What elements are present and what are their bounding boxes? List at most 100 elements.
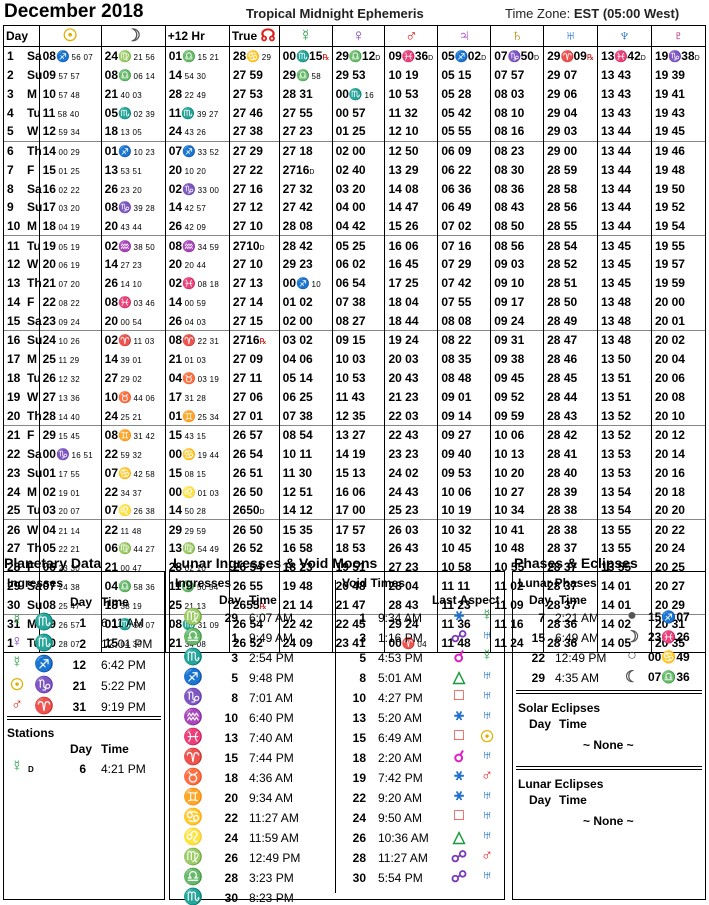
cell-value: 05: [441, 124, 455, 139]
cell-value: 10: [441, 503, 455, 518]
cell-value: 02: [335, 143, 349, 158]
cell-value: 10: [401, 124, 419, 139]
column-header-label: True: [231, 28, 261, 43]
ephemeris-row: 25 Tu 03 20 07 07♌ 26 38 14 50 28 2650D 14 12 1…: [3, 501, 707, 520]
arc-seconds: 36: [67, 393, 81, 403]
ephemeris-row: 6 Th 14 00 29 01♐ 10 23 07♐ 33 52 27 29 27 18 0…: [3, 140, 707, 161]
arc-seconds: 42: [182, 204, 195, 214]
day-cell: 11 Tu: [3, 235, 41, 255]
position-cell: 14 47: [384, 198, 439, 217]
position-cell: 08 50: [490, 216, 545, 236]
void-day: 18: [352, 751, 366, 765]
cell-value: 10: [104, 389, 118, 404]
cell-value: 00: [42, 446, 56, 461]
cell-value: 16: [282, 541, 297, 556]
aries-icon: ♈: [34, 698, 54, 715]
day-name: Th: [27, 408, 42, 423]
cell-value: 13: [601, 295, 615, 310]
cell-value: 52: [507, 389, 525, 404]
cell-value: 13: [601, 541, 615, 556]
cell-value: 18: [388, 295, 402, 310]
cell-value: 26: [232, 465, 247, 480]
cell-value: 06: [335, 276, 349, 291]
cell-value: 24: [668, 541, 685, 556]
cell-value: 02: [296, 295, 313, 310]
cell-value: 03: [42, 503, 56, 518]
position-cell: 13 45: [597, 235, 652, 255]
cell-value: 23: [388, 446, 402, 461]
cell-value: 22: [668, 522, 685, 537]
day-name: Th: [27, 276, 42, 291]
cell-value: 09: [494, 370, 508, 385]
position-cell: 00 57: [331, 103, 386, 123]
cell-value: 38: [560, 522, 578, 537]
pisces-icon: ♓: [661, 630, 677, 644]
cell-value: 35: [454, 351, 472, 366]
cell-value: 04: [335, 200, 349, 215]
cell-value: 04: [560, 105, 578, 120]
cell-value: 10: [494, 541, 508, 556]
cell-value: 07: [441, 219, 455, 234]
cell-value: 08: [441, 351, 455, 366]
cell-value: 50: [246, 503, 260, 518]
position-cell: 07 55: [437, 292, 492, 312]
arc-seconds: 38: [131, 242, 144, 252]
position-cell: 24 25 21: [100, 406, 166, 426]
cell-value: 15: [246, 313, 263, 328]
cell-value: 39: [668, 67, 685, 82]
position-cell: 22 43: [384, 424, 439, 445]
cell-value: 17: [335, 522, 349, 537]
cell-value: 26: [388, 541, 402, 556]
cell-value: 28: [547, 313, 561, 328]
cell-value: 13: [348, 465, 366, 480]
cell-value: 42: [454, 105, 472, 120]
arc-seconds: 19: [67, 242, 81, 252]
cell-value: 13: [601, 257, 615, 272]
cell-value: 02: [168, 276, 183, 291]
cell-value: 28: [547, 276, 561, 291]
cell-value: 53: [246, 86, 263, 101]
cell-value: 16: [388, 238, 402, 253]
arc-seconds: 57: [55, 90, 68, 100]
ephemeris-row: 26 W 04 21 14 22 11 48 29 29 59 26 50 15 35 17 …: [3, 519, 707, 539]
arc-seconds: 57: [55, 71, 68, 81]
cell-value: 12: [246, 200, 263, 215]
cell-value: 12: [42, 124, 56, 139]
phase-degree: 07: [648, 670, 662, 684]
cell-value: 07: [441, 238, 455, 253]
position-cell: 13 27: [331, 424, 386, 445]
cell-value: 05: [441, 49, 455, 64]
cell-value: 13: [601, 105, 615, 120]
cell-value: 36: [507, 181, 525, 196]
cell-value: 29: [42, 427, 56, 442]
cell-value: 03: [282, 333, 297, 348]
column-header-label: Day: [6, 29, 29, 43]
cell-value: 11: [282, 465, 296, 480]
cell-value: 01: [168, 408, 183, 423]
cell-value: 22: [246, 162, 263, 177]
position-cell: 09 40: [437, 444, 492, 464]
arc-seconds: 31: [207, 337, 220, 347]
column-header: ☿: [278, 25, 333, 47]
position-cell: 26 43: [384, 538, 439, 558]
cell-value: 20: [388, 351, 402, 366]
position-cell: 01♎ 15 21: [164, 46, 230, 66]
cell-value: 09: [335, 333, 349, 348]
void-day: 13: [352, 711, 366, 725]
cell-value: 20: [348, 181, 366, 196]
day-name: Su: [27, 333, 43, 348]
cell-value: 45: [507, 370, 525, 385]
cell-value: 13: [168, 541, 183, 556]
position-cell: 27 13 36: [38, 387, 102, 407]
cell-value: 14: [168, 503, 183, 518]
position-cell: 08♒ 34 59: [164, 235, 230, 255]
position-cell: 18 04: [384, 292, 439, 312]
position-cell: 14 08: [384, 179, 439, 198]
aspect-icon: ☍: [450, 869, 468, 886]
cell-value: 09: [494, 351, 508, 366]
arc-seconds: 39: [131, 204, 144, 214]
cell-value: 07: [104, 465, 118, 480]
void-day: 30: [352, 871, 366, 885]
cell-value: 07: [494, 67, 508, 82]
arc-seconds: 58: [55, 109, 68, 119]
